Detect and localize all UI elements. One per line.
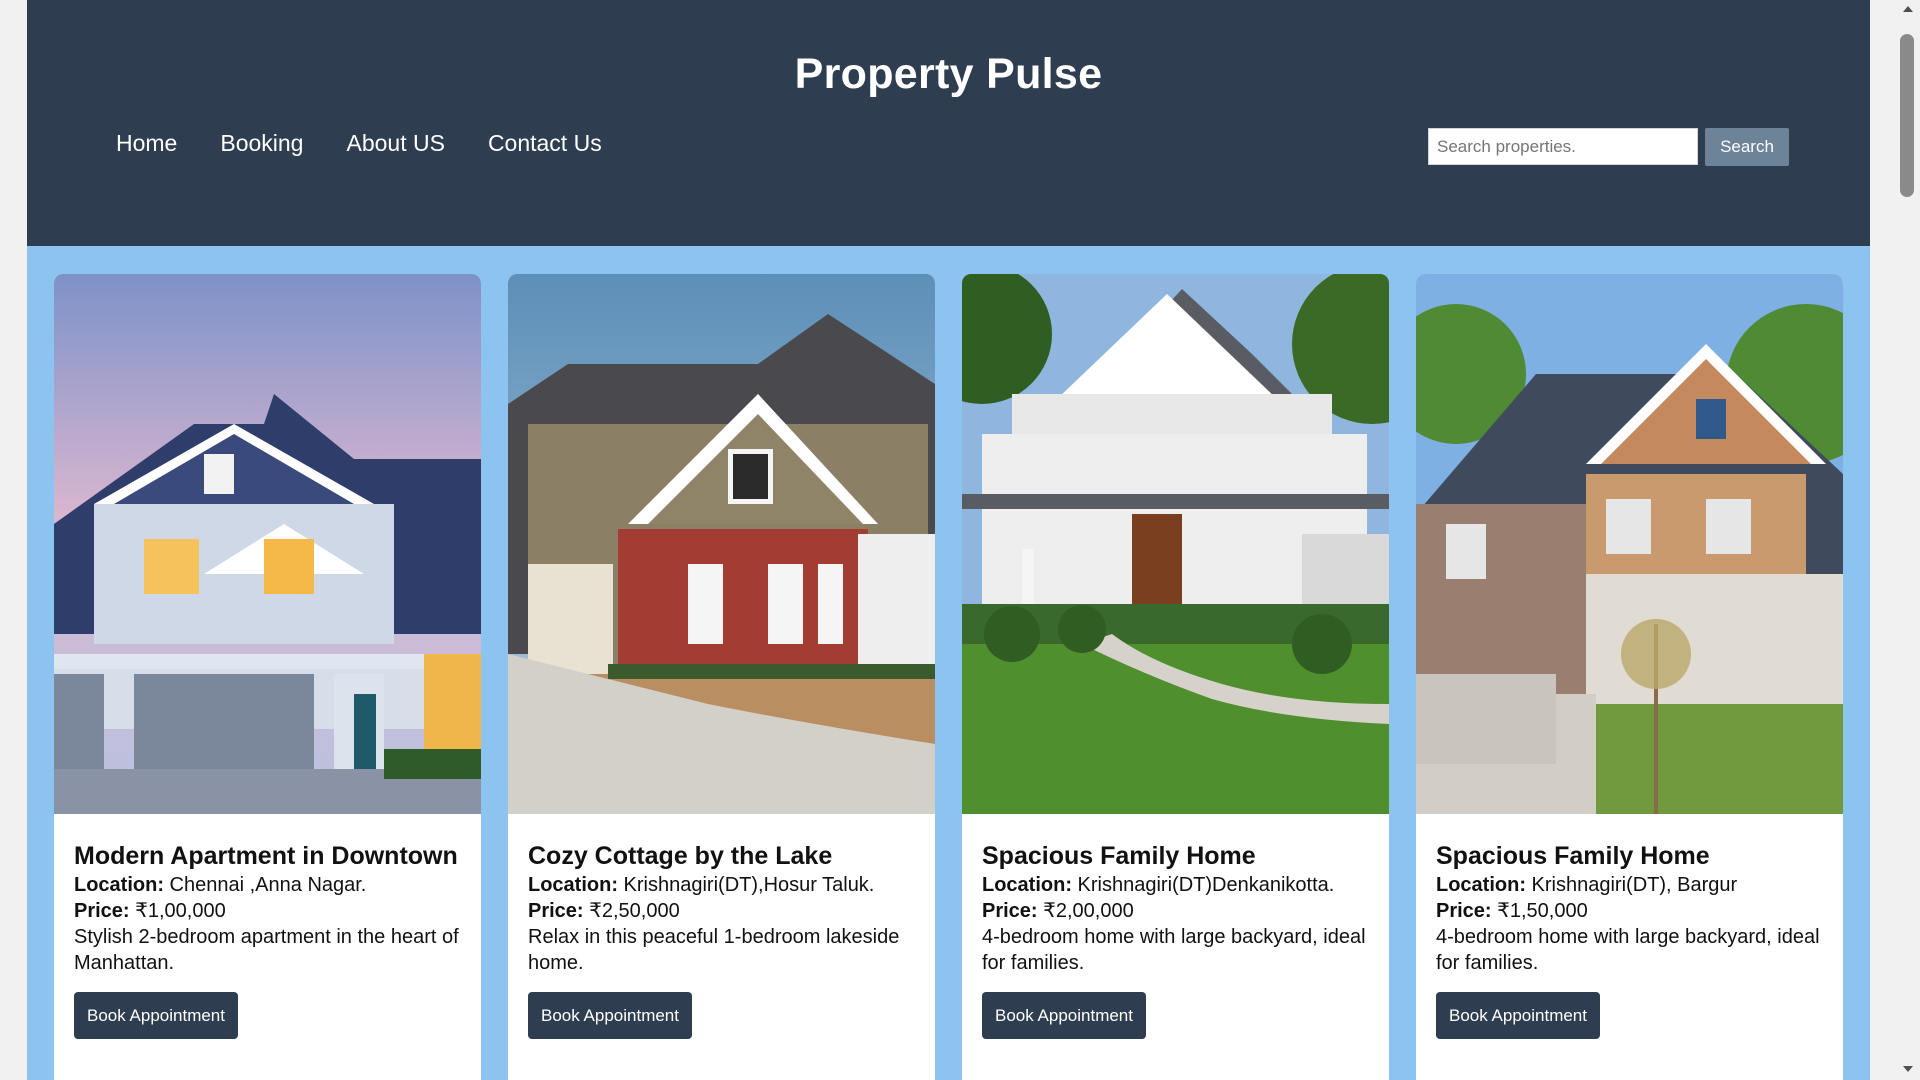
property-price: Price: ₹1,50,000 xyxy=(1436,898,1823,924)
price-label: Price: xyxy=(74,900,130,922)
price-value: ₹2,00,000 xyxy=(1037,900,1134,922)
location-value: Krishnagiri(DT),Hosur Taluk. xyxy=(618,874,875,896)
book-appointment-button[interactable]: Book Appointment xyxy=(528,992,692,1039)
location-label: Location: xyxy=(982,874,1072,896)
property-details: Spacious Family Home Location: Krishnagi… xyxy=(1416,814,1843,1039)
property-description: 4-bedroom home with large backyard, idea… xyxy=(1436,926,1820,974)
location-label: Location: xyxy=(1436,874,1526,896)
search-input[interactable] xyxy=(1428,128,1698,165)
book-appointment-button[interactable]: Book Appointment xyxy=(74,992,238,1039)
nav-link-contact-us[interactable]: Contact Us xyxy=(488,130,602,157)
main-nav: Home Booking About US Contact Us xyxy=(116,130,602,157)
property-photo xyxy=(962,274,1389,814)
property-location: Location: Krishnagiri(DT),Hosur Taluk. xyxy=(528,872,915,898)
location-value: Chennai ,Anna Nagar. xyxy=(164,874,367,896)
property-description: Stylish 2-bedroom apartment in the heart… xyxy=(74,926,459,974)
price-value: ₹1,50,000 xyxy=(1491,900,1588,922)
property-title: Spacious Family Home xyxy=(1436,842,1710,870)
location-label: Location: xyxy=(74,874,164,896)
book-appointment-button[interactable]: Book Appointment xyxy=(982,992,1146,1039)
property-description: 4-bedroom home with large backyard, idea… xyxy=(982,926,1366,974)
property-photo xyxy=(508,274,935,814)
price-label: Price: xyxy=(1436,900,1492,922)
property-photo xyxy=(1416,274,1843,814)
property-details: Modern Apartment in Downtown Location: C… xyxy=(54,814,481,1039)
property-price: Price: ₹2,00,000 xyxy=(982,898,1369,924)
property-title: Spacious Family Home xyxy=(982,842,1256,870)
property-price: Price: ₹1,00,000 xyxy=(74,898,461,924)
location-value: Krishnagiri(DT)Denkanikotta. xyxy=(1072,874,1335,896)
property-card: Spacious Family Home Location: Krishnagi… xyxy=(962,274,1389,1080)
vertical-scrollbar[interactable] xyxy=(1896,0,1920,1080)
nav-link-home[interactable]: Home xyxy=(116,130,177,157)
property-location: Location: Krishnagiri(DT)Denkanikotta. xyxy=(982,872,1369,898)
property-price: Price: ₹2,50,000 xyxy=(528,898,915,924)
site-header: Property Pulse Home Booking About US Con… xyxy=(27,0,1870,246)
price-label: Price: xyxy=(528,900,584,922)
property-details: Cozy Cottage by the Lake Location: Krish… xyxy=(508,814,935,1039)
property-details: Spacious Family Home Location: Krishnagi… xyxy=(962,814,1389,1039)
property-list: Modern Apartment in Downtown Location: C… xyxy=(54,274,1843,1080)
property-title: Modern Apartment in Downtown xyxy=(74,842,458,870)
property-title: Cozy Cottage by the Lake xyxy=(528,842,833,870)
property-card: Cozy Cottage by the Lake Location: Krish… xyxy=(508,274,935,1080)
property-location: Location: Chennai ,Anna Nagar. xyxy=(74,872,461,898)
search-button[interactable]: Search xyxy=(1705,128,1789,166)
scrollbar-thumb[interactable] xyxy=(1900,34,1914,197)
location-value: Krishnagiri(DT), Bargur xyxy=(1526,874,1738,896)
scroll-down-arrow-icon[interactable] xyxy=(1903,1066,1913,1072)
property-description: Relax in this peaceful 1-bedroom lakesid… xyxy=(528,926,900,974)
nav-link-about-us[interactable]: About US xyxy=(346,130,444,157)
page-viewport: Property Pulse Home Booking About US Con… xyxy=(27,0,1870,1080)
site-title: Property Pulse xyxy=(794,50,1103,98)
property-photo xyxy=(54,274,481,814)
property-card: Modern Apartment in Downtown Location: C… xyxy=(54,274,481,1080)
price-value: ₹1,00,000 xyxy=(129,900,226,922)
price-value: ₹2,50,000 xyxy=(583,900,680,922)
property-card: Spacious Family Home Location: Krishnagi… xyxy=(1416,274,1843,1080)
nav-link-booking[interactable]: Booking xyxy=(220,130,303,157)
book-appointment-button[interactable]: Book Appointment xyxy=(1436,992,1600,1039)
price-label: Price: xyxy=(982,900,1038,922)
location-label: Location: xyxy=(528,874,618,896)
property-location: Location: Krishnagiri(DT), Bargur xyxy=(1436,872,1823,898)
scroll-up-arrow-icon[interactable] xyxy=(1903,6,1913,12)
